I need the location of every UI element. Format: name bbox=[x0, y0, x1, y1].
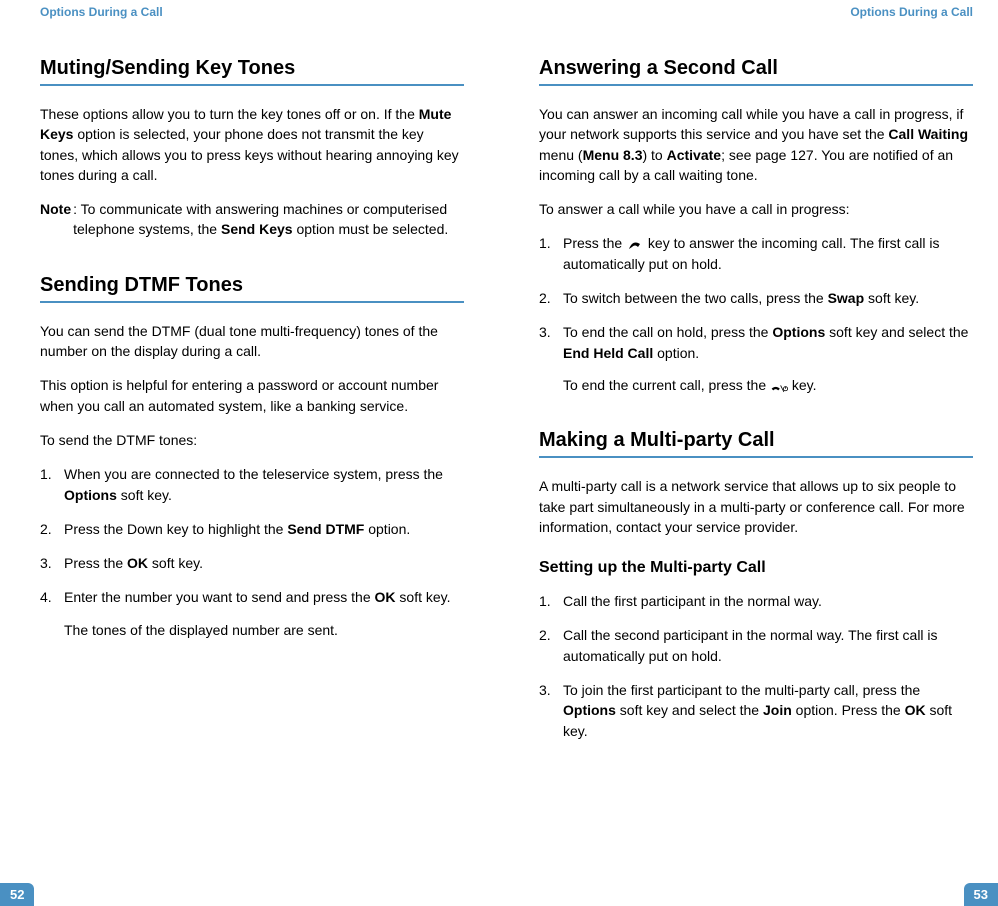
section-title-second-call: Answering a Second Call bbox=[539, 57, 973, 86]
list-followup: The tones of the displayed number are se… bbox=[40, 620, 464, 640]
list-item: Press the Down key to highlight the Send… bbox=[40, 519, 464, 539]
subsection-title-setup: Setting up the Multi-party Call bbox=[539, 559, 973, 577]
page-number-right: 53 bbox=[964, 883, 998, 906]
paragraph: You can answer an incoming call while yo… bbox=[539, 104, 973, 185]
ordered-list: Call the first participant in the normal… bbox=[539, 591, 973, 741]
list-item: Enter the number you want to send and pr… bbox=[40, 587, 464, 607]
list-followup: To end the current call, press the key. bbox=[539, 375, 973, 395]
ordered-list: Press the key to answer the incoming cal… bbox=[539, 233, 973, 362]
running-head-left: Options During a Call bbox=[40, 5, 464, 19]
section-title-muting: Muting/Sending Key Tones bbox=[40, 57, 464, 86]
list-item: Call the second participant in the norma… bbox=[539, 625, 973, 666]
section-title-dtmf: Sending DTMF Tones bbox=[40, 274, 464, 303]
ordered-list: When you are connected to the teleservic… bbox=[40, 464, 464, 607]
paragraph: These options allow you to turn the key … bbox=[40, 104, 464, 185]
paragraph: To send the DTMF tones: bbox=[40, 430, 464, 450]
paragraph: You can send the DTMF (dual tone multi-f… bbox=[40, 321, 464, 362]
section-title-multiparty: Making a Multi-party Call bbox=[539, 429, 973, 458]
call-answer-icon bbox=[626, 238, 644, 252]
list-item: Call the first participant in the normal… bbox=[539, 591, 973, 611]
note-body: : To communicate with answering machines… bbox=[71, 199, 464, 240]
paragraph: To answer a call while you have a call i… bbox=[539, 199, 973, 219]
list-item: To end the call on hold, press the Optio… bbox=[539, 322, 973, 363]
note-block: Note : To communicate with answering mac… bbox=[40, 199, 464, 240]
page-right: Options During a Call Answering a Second… bbox=[499, 0, 998, 906]
list-item: To switch between the two calls, press t… bbox=[539, 288, 973, 308]
list-item: To join the first participant to the mul… bbox=[539, 680, 973, 741]
call-end-icon bbox=[770, 379, 788, 393]
list-item: When you are connected to the teleservic… bbox=[40, 464, 464, 505]
page-number-left: 52 bbox=[0, 883, 34, 906]
paragraph: A multi-party call is a network service … bbox=[539, 476, 973, 537]
page-left: Options During a Call Muting/Sending Key… bbox=[0, 0, 499, 906]
paragraph: This option is helpful for entering a pa… bbox=[40, 375, 464, 416]
list-item: Press the OK soft key. bbox=[40, 553, 464, 573]
note-label: Note bbox=[40, 199, 71, 240]
running-head-right: Options During a Call bbox=[539, 5, 973, 19]
list-item: Press the key to answer the incoming cal… bbox=[539, 233, 973, 274]
